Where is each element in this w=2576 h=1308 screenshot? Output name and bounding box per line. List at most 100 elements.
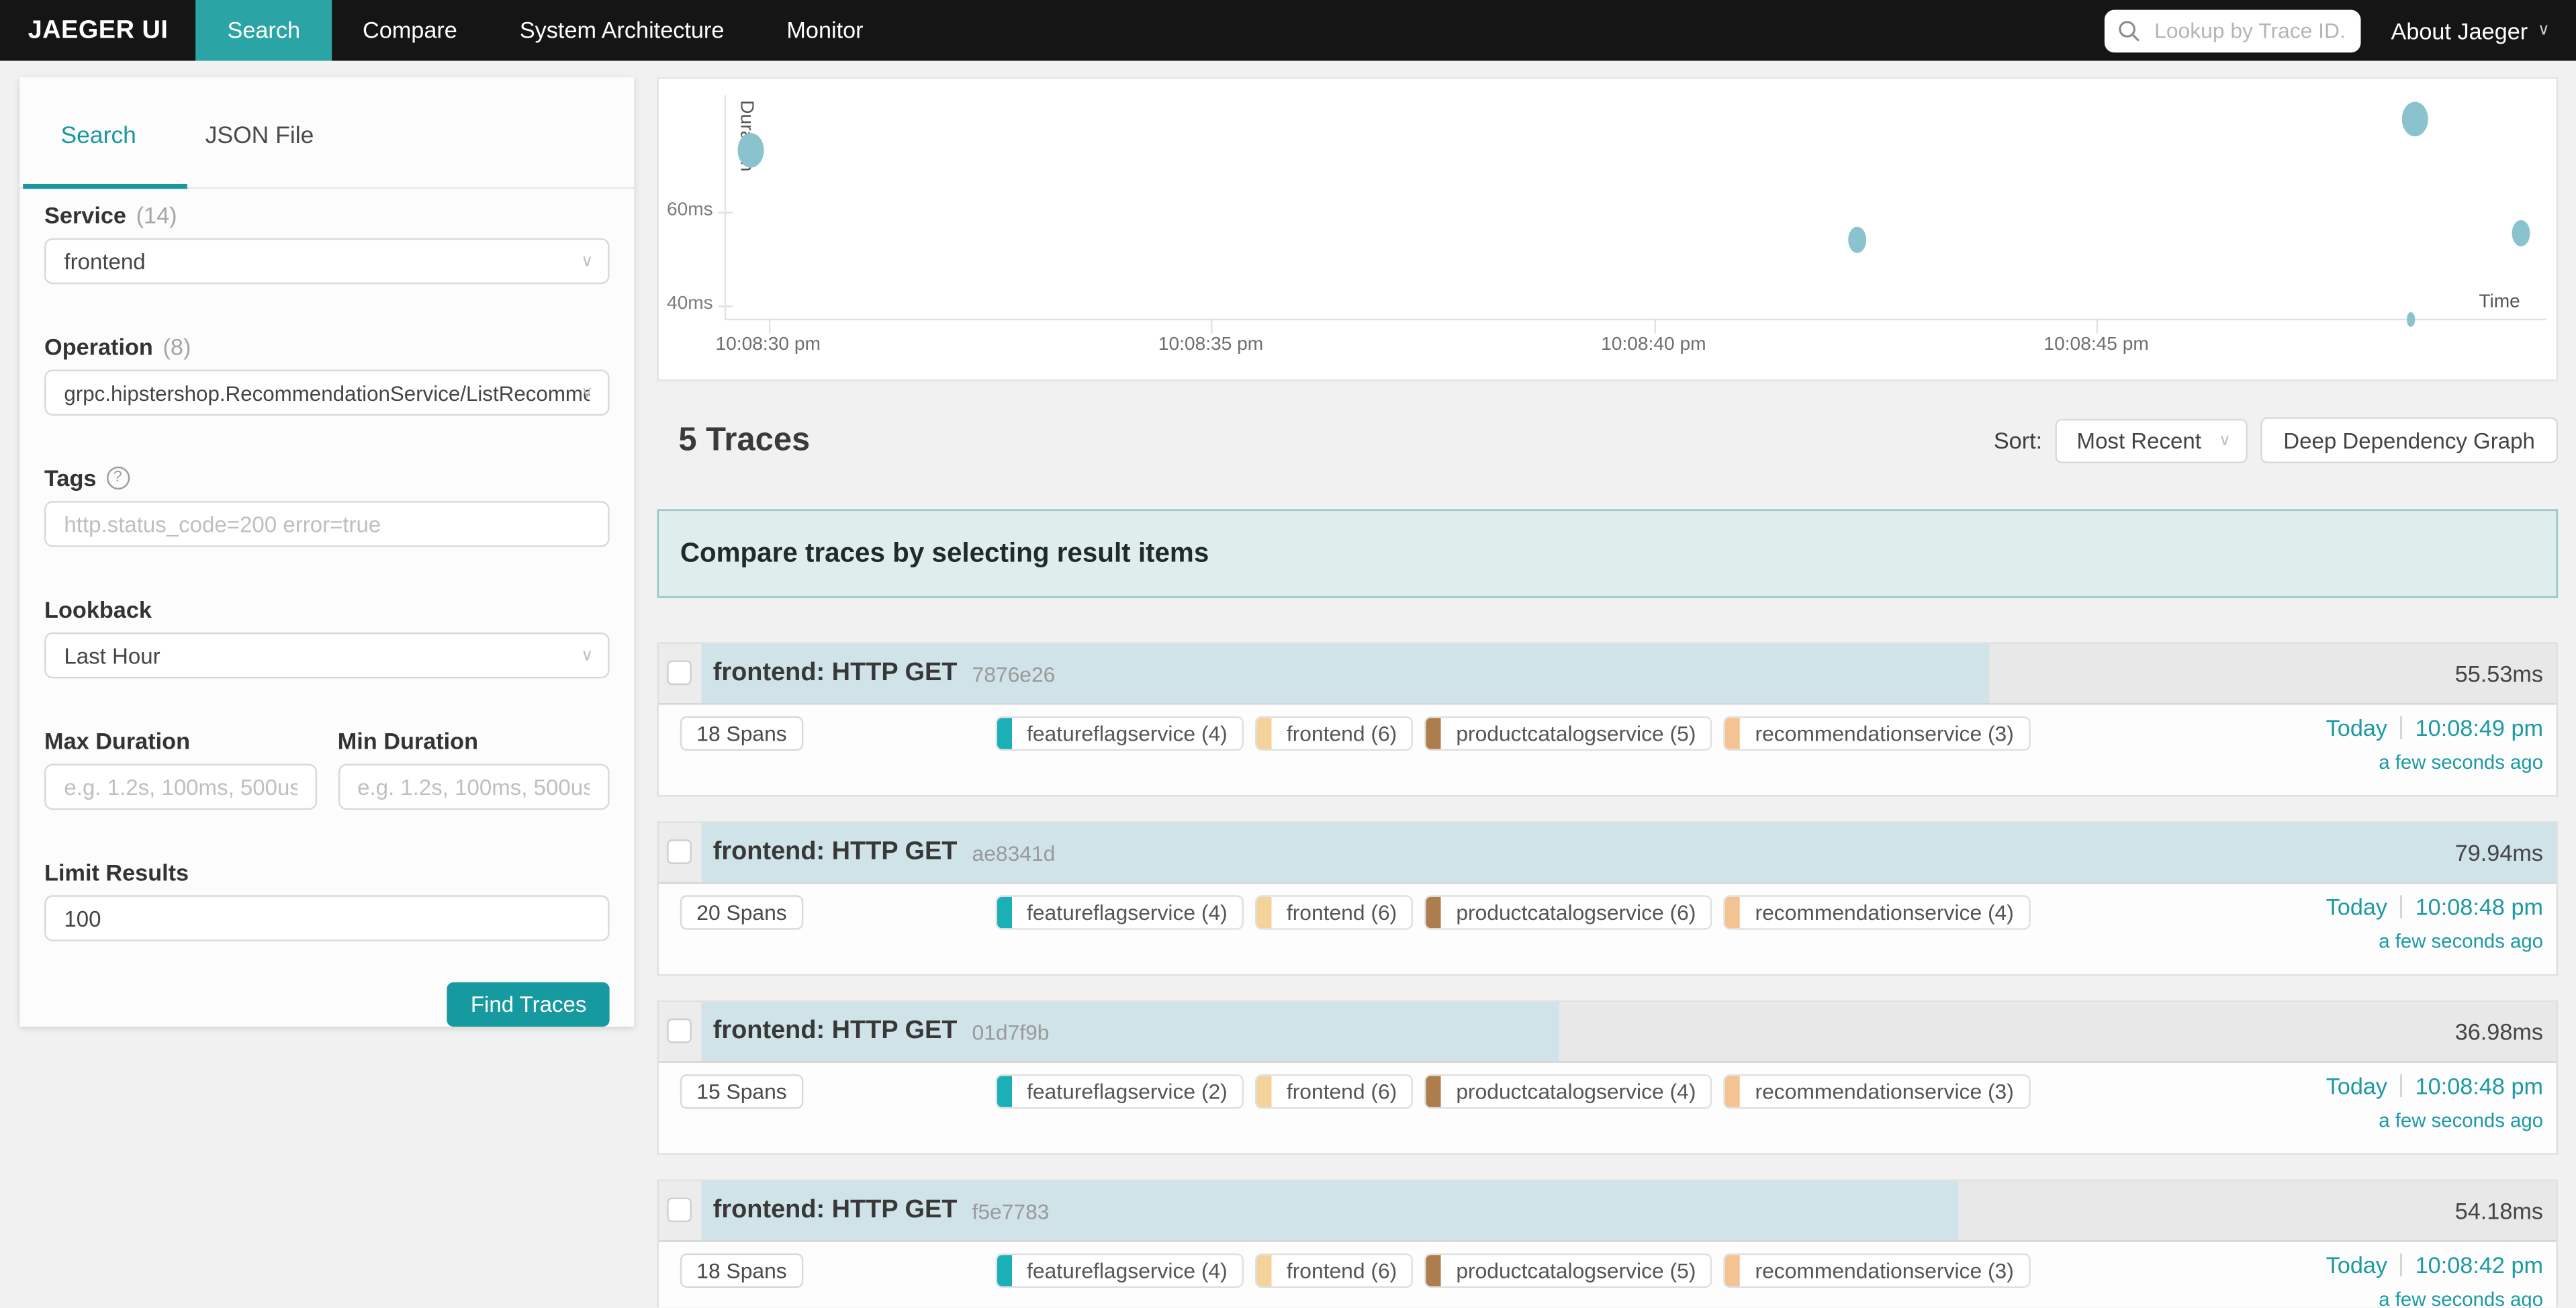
service-tag-featureflagservice-4[interactable]: featureflagservice (4) bbox=[996, 895, 1244, 929]
service-tag-productcatalogservice-5[interactable]: productcatalogservice (5) bbox=[1425, 716, 1712, 751]
brand-title: JAEGER UI bbox=[0, 15, 196, 45]
search-panel-tabs: Search JSON File bbox=[19, 77, 634, 189]
trace-result-card[interactable]: frontend: HTTP GET 01d7f9b 36.98ms 15 Sp… bbox=[657, 1000, 2559, 1155]
trace-title: frontend: HTTP GET f5e7783 bbox=[713, 1181, 1050, 1240]
service-tag-recommendationservice-3[interactable]: recommendationservice (3) bbox=[1724, 716, 2030, 751]
x-axis-line bbox=[725, 319, 2546, 320]
service-select[interactable]: frontend ∨ bbox=[44, 238, 610, 285]
trace-scatter-dot[interactable] bbox=[2512, 220, 2530, 246]
active-tab-underline bbox=[23, 184, 187, 189]
trace-service-operation: frontend: HTTP GET bbox=[713, 659, 958, 688]
x-tick-label: 10:08:30 pm bbox=[715, 335, 820, 355]
trace-time: 10:08:48 pm bbox=[2416, 1073, 2543, 1099]
compare-checkbox[interactable] bbox=[667, 1019, 692, 1043]
trace-result-card[interactable]: frontend: HTTP GET ae8341d 79.94ms 20 Sp… bbox=[657, 821, 2559, 976]
nav-tab-search[interactable]: Search bbox=[196, 0, 331, 61]
lookback-select[interactable]: Last Hour ∨ bbox=[44, 633, 610, 679]
trace-result-card[interactable]: frontend: HTTP GET 7876e26 55.53ms 18 Sp… bbox=[657, 643, 2559, 797]
trace-scatter-dot[interactable] bbox=[2402, 101, 2428, 136]
service-tag-featureflagservice-4[interactable]: featureflagservice (4) bbox=[996, 716, 1244, 751]
trace-duration: 55.53ms bbox=[2455, 644, 2543, 703]
trace-card-header[interactable]: frontend: HTTP GET 7876e26 55.53ms bbox=[659, 644, 2557, 705]
service-field-group: Service (14) frontend ∨ bbox=[44, 202, 610, 284]
trace-scatter-dot[interactable] bbox=[2407, 313, 2415, 327]
service-tag-productcatalogservice-4[interactable]: productcatalogservice (4) bbox=[1425, 1074, 1712, 1109]
span-count-badge: 20 Spans bbox=[680, 895, 803, 929]
chevron-down-icon: ∨ bbox=[581, 647, 593, 665]
operation-select[interactable]: grpc.hipstershop.RecommendationService/L… bbox=[44, 369, 610, 416]
service-tag-productcatalogservice-5[interactable]: productcatalogservice (5) bbox=[1425, 1254, 1712, 1288]
deep-dependency-graph-button[interactable]: Deep Dependency Graph bbox=[2260, 417, 2558, 463]
service-tag-frontend-6[interactable]: frontend (6) bbox=[1255, 1254, 1413, 1288]
chevron-down-icon: ∨ bbox=[581, 383, 593, 402]
trace-duration: 54.18ms bbox=[2455, 1181, 2543, 1240]
trace-day: Today bbox=[2326, 714, 2387, 741]
trace-lookup-input[interactable] bbox=[2151, 16, 2348, 44]
service-tag-label: frontend (6) bbox=[1272, 1076, 1412, 1107]
max-duration-input[interactable] bbox=[44, 764, 316, 810]
sort-select[interactable]: Most Recent ∨ bbox=[2056, 418, 2248, 463]
service-tag-frontend-6[interactable]: frontend (6) bbox=[1255, 895, 1413, 929]
tags-label: Tags ? bbox=[44, 465, 610, 491]
trace-lookup-box[interactable] bbox=[2105, 9, 2362, 52]
panel-tab-json-file[interactable]: JSON File bbox=[205, 123, 314, 149]
trace-card-body: 15 Spans featureflagservice (2) frontend … bbox=[659, 1063, 2557, 1154]
service-color-stripe bbox=[997, 718, 1012, 749]
trace-card-header[interactable]: frontend: HTTP GET ae8341d 79.94ms bbox=[659, 823, 2557, 884]
nav-tab-system-architecture[interactable]: System Architecture bbox=[488, 0, 755, 61]
find-traces-button[interactable]: Find Traces bbox=[448, 982, 610, 1027]
compare-checkbox[interactable] bbox=[667, 660, 692, 685]
compare-checkbox[interactable] bbox=[667, 839, 692, 864]
service-tag-label: recommendationservice (3) bbox=[1740, 718, 2028, 749]
compare-checkbox[interactable] bbox=[667, 1197, 692, 1222]
chevron-down-icon: ∨ bbox=[2538, 22, 2550, 38]
trace-duration: 36.98ms bbox=[2455, 1002, 2543, 1061]
trace-day: Today bbox=[2326, 894, 2387, 920]
service-tag-recommendationservice-3[interactable]: recommendationservice (3) bbox=[1724, 1074, 2030, 1109]
trace-relative-time: a few seconds ago bbox=[2326, 751, 2543, 774]
nav-tab-monitor[interactable]: Monitor bbox=[755, 0, 894, 61]
panel-tab-search[interactable]: Search bbox=[61, 123, 136, 149]
trace-service-operation: frontend: HTTP GET bbox=[713, 838, 958, 868]
service-color-stripe bbox=[1725, 1076, 1740, 1107]
trace-relative-time: a few seconds ago bbox=[2326, 1109, 2543, 1131]
nav-tab-compare[interactable]: Compare bbox=[331, 0, 488, 61]
service-tag-label: featureflagservice (4) bbox=[1012, 718, 1242, 749]
service-tag-productcatalogservice-6[interactable]: productcatalogservice (6) bbox=[1425, 895, 1712, 929]
duration-scatter-chart: Duration Time 60ms40ms10:08:30 pm10:08:3… bbox=[657, 77, 2559, 381]
trace-result-card[interactable]: frontend: HTTP GET f5e7783 54.18ms 18 Sp… bbox=[657, 1180, 2559, 1308]
trace-id: ae8341d bbox=[972, 840, 1056, 865]
min-duration-input[interactable] bbox=[338, 764, 610, 810]
max-duration-label: Max Duration bbox=[44, 728, 316, 754]
trace-card-header[interactable]: frontend: HTTP GET 01d7f9b 36.98ms bbox=[659, 1002, 2557, 1063]
top-nav: JAEGER UI SearchCompareSystem Architectu… bbox=[0, 0, 2576, 61]
service-tag-label: featureflagservice (4) bbox=[1012, 897, 1242, 928]
trace-scatter-dot[interactable] bbox=[1848, 226, 1866, 252]
trace-relative-time: a few seconds ago bbox=[2326, 930, 2543, 953]
x-tick-mark bbox=[1211, 319, 1212, 334]
span-count-badge: 18 Spans bbox=[680, 716, 803, 751]
trace-duration: 79.94ms bbox=[2455, 823, 2543, 882]
trace-timestamp: Today 10:08:42 pm a few seconds ago bbox=[2326, 1252, 2543, 1307]
service-tag-featureflagservice-2[interactable]: featureflagservice (2) bbox=[996, 1074, 1244, 1109]
about-jaeger-menu[interactable]: About Jaeger ∨ bbox=[2391, 17, 2549, 44]
service-color-stripe bbox=[997, 897, 1012, 928]
service-tag-recommendationservice-3[interactable]: recommendationservice (3) bbox=[1724, 1254, 2030, 1288]
tags-input[interactable] bbox=[44, 501, 610, 547]
trace-time: 10:08:48 pm bbox=[2416, 894, 2543, 920]
trace-card-header[interactable]: frontend: HTTP GET f5e7783 54.18ms bbox=[659, 1181, 2557, 1242]
service-tag-frontend-6[interactable]: frontend (6) bbox=[1255, 716, 1413, 751]
service-tag-featureflagservice-4[interactable]: featureflagservice (4) bbox=[996, 1254, 1244, 1288]
span-count-badge: 15 Spans bbox=[680, 1074, 803, 1109]
service-tag-label: productcatalogservice (5) bbox=[1441, 718, 1710, 749]
service-tag-list: featureflagservice (4) frontend (6) produc… bbox=[996, 1254, 2031, 1288]
trace-timestamp: Today 10:08:48 pm a few seconds ago bbox=[2326, 894, 2543, 953]
trace-title: frontend: HTTP GET 01d7f9b bbox=[713, 1002, 1050, 1061]
service-tag-recommendationservice-4[interactable]: recommendationservice (4) bbox=[1724, 895, 2030, 929]
service-tag-frontend-6[interactable]: frontend (6) bbox=[1255, 1074, 1413, 1109]
trace-title: frontend: HTTP GET ae8341d bbox=[713, 823, 1056, 882]
service-color-stripe bbox=[997, 1255, 1012, 1286]
limit-results-input[interactable] bbox=[44, 895, 610, 941]
service-color-stripe bbox=[1257, 718, 1272, 749]
help-icon[interactable]: ? bbox=[106, 467, 129, 489]
